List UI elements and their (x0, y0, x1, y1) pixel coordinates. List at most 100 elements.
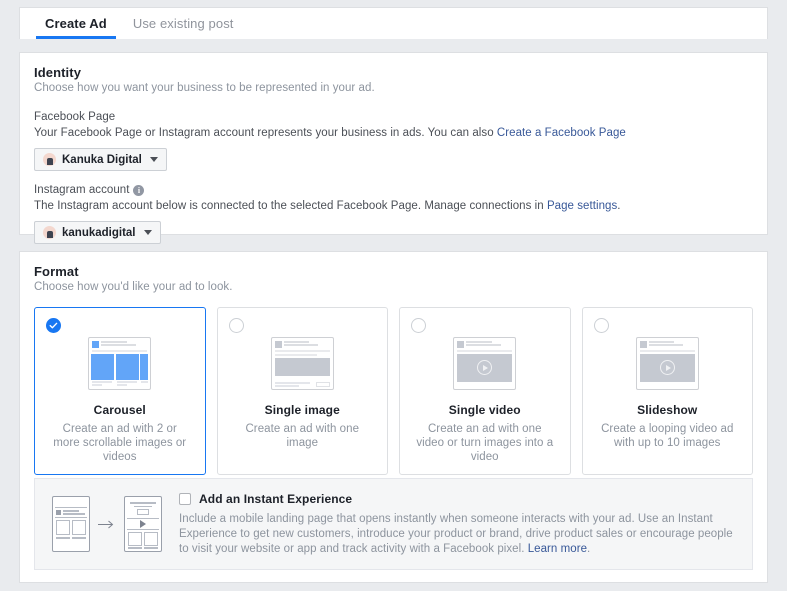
check-icon (49, 322, 58, 329)
thumb-header (456, 340, 513, 348)
thumb-carousel-card (140, 353, 149, 387)
instagram-account-label: Instagram account i (34, 184, 753, 196)
thumb-body-line (274, 353, 317, 356)
format-radio-slideshow[interactable] (593, 318, 609, 333)
identity-subtitle: Choose how you want your business to be … (34, 82, 375, 94)
thumb-avatar-icon (274, 340, 282, 348)
instant-experience-title: Add an Instant Experience (199, 492, 353, 506)
thumb-header (639, 340, 696, 348)
thumb-avatar-icon (457, 340, 465, 348)
instant-experience-panel: Add an Instant Experience Include a mobi… (34, 478, 753, 570)
learn-more-link[interactable]: Learn more (528, 543, 587, 555)
thumb-body-line (457, 349, 513, 352)
thumb-body-line (639, 349, 695, 352)
format-card: Format Choose how you'd like your ad to … (19, 251, 768, 583)
format-option-slideshow[interactable]: Slideshow Create a looping video ad with… (581, 307, 753, 475)
instagram-account-description-text: The Instagram account below is connected… (34, 200, 547, 212)
format-radio-carousel[interactable] (46, 318, 61, 333)
format-inner: Format Choose how you'd like your ad to … (20, 252, 767, 293)
thumb-header (91, 340, 148, 348)
thumb-header-lines (101, 341, 147, 348)
chevron-down-icon (149, 157, 158, 162)
instant-experience-body: Add an Instant Experience Include a mobi… (179, 491, 738, 557)
chevron-down-icon (143, 230, 152, 235)
instant-experience-description: Include a mobile landing page that opens… (179, 512, 738, 557)
instant-experience-description-text: Include a mobile landing page that opens… (179, 513, 733, 555)
facebook-page-dropdown[interactable]: Kanuka Digital (34, 148, 167, 171)
identity-inner: Identity Choose how you want your busine… (20, 53, 767, 244)
thumb-avatar-icon (92, 340, 100, 348)
tab-bar: Create Ad Use existing post (19, 7, 768, 39)
thumb-avatar-icon (639, 340, 647, 348)
format-radio-single-video[interactable] (411, 318, 426, 333)
tab-create-ad-label: Create Ad (45, 16, 107, 31)
instagram-account-selected-value: kanukadigital (62, 226, 136, 239)
carousel-thumbnail (88, 334, 152, 392)
thumb-carousel-cards (91, 353, 149, 387)
tab-use-existing-post[interactable]: Use existing post (120, 8, 247, 39)
thumb-header-lines (283, 341, 330, 348)
thumb-video-block (639, 353, 695, 382)
identity-title: Identity (34, 65, 82, 80)
format-radio-single-image[interactable] (228, 318, 244, 333)
format-description-slideshow: Create a looping video ad with up to 10 … (601, 423, 734, 449)
format-option-single-image[interactable]: Single image Create an ad with one image (216, 307, 388, 475)
format-option-single-video[interactable]: Single video Create an ad with one video… (399, 307, 571, 475)
thumb-header (274, 340, 331, 348)
format-name-single-video: Single video (448, 403, 521, 417)
slideshow-thumb-frame (635, 336, 699, 390)
instagram-account-description: The Instagram account below is connected… (34, 200, 753, 212)
thumb-header-lines (648, 341, 695, 348)
facebook-page-selected-value: Kanuka Digital (62, 153, 142, 166)
create-facebook-page-link[interactable]: Create a Facebook Page (497, 127, 626, 139)
thumb-footer (274, 376, 331, 387)
instant-experience-header: Add an Instant Experience (179, 492, 738, 506)
phone-instant-experience-icon (124, 496, 162, 552)
carousel-thumb-frame (88, 336, 152, 390)
format-name-carousel: Carousel (93, 403, 146, 417)
format-options-grid: Carousel Create an ad with 2 or more scr… (20, 307, 767, 475)
instagram-account-description-tail: . (617, 200, 621, 212)
format-name-slideshow: Slideshow (637, 403, 698, 417)
page-avatar-icon (43, 153, 56, 166)
ad-creation-page: Create Ad Use existing post Identity Cho… (0, 0, 787, 591)
thumb-video-block (457, 353, 513, 382)
tab-create-ad[interactable]: Create Ad (32, 8, 120, 39)
instagram-account-label-text: Instagram account (34, 184, 130, 196)
format-description-single-video: Create an ad with one video or turn imag… (416, 423, 554, 463)
info-icon[interactable]: i (133, 184, 145, 196)
play-icon (659, 360, 675, 375)
format-description-single-image: Create an ad with one image (245, 423, 360, 449)
thumb-body-line (92, 349, 148, 352)
add-instant-experience-checkbox[interactable] (179, 493, 191, 505)
instagram-avatar-icon (43, 226, 56, 239)
thumb-header-lines (466, 341, 512, 348)
facebook-page-description-text: Your Facebook Page or Instagram account … (34, 127, 497, 139)
instant-experience-description-tail: . (587, 543, 591, 555)
format-name-single-image: Single image (264, 403, 340, 417)
slideshow-thumbnail (635, 334, 699, 392)
format-option-carousel[interactable]: Carousel Create an ad with 2 or more scr… (34, 307, 206, 475)
thumb-carousel-card (115, 353, 139, 387)
identity-card: Identity Choose how you want your busine… (19, 52, 768, 244)
format-title: Format (34, 264, 79, 279)
single-video-thumb-frame (453, 336, 517, 390)
play-icon (477, 360, 493, 375)
single-video-thumbnail (453, 334, 517, 392)
thumb-body-line (274, 349, 330, 352)
facebook-page-field: Facebook Page Your Facebook Page or Inst… (34, 111, 753, 171)
instant-experience-illustration (51, 491, 163, 557)
arrow-right-icon (98, 520, 116, 529)
instagram-account-dropdown[interactable]: kanukadigital (34, 221, 161, 244)
single-image-thumbnail (270, 334, 334, 392)
thumb-image-block (274, 357, 330, 376)
single-image-thumb-frame (270, 336, 334, 390)
page-settings-link[interactable]: Page settings (547, 200, 617, 212)
format-subtitle: Choose how you'd like your ad to look. (34, 281, 233, 293)
facebook-page-label: Facebook Page (34, 111, 116, 123)
facebook-page-description: Your Facebook Page or Instagram account … (34, 127, 753, 139)
instagram-account-field: Instagram account i The Instagram account… (34, 184, 753, 244)
format-description-carousel: Create an ad with 2 or more scrollable i… (53, 423, 187, 463)
tab-use-existing-post-label: Use existing post (132, 16, 234, 31)
thumb-cta-button (315, 381, 330, 387)
